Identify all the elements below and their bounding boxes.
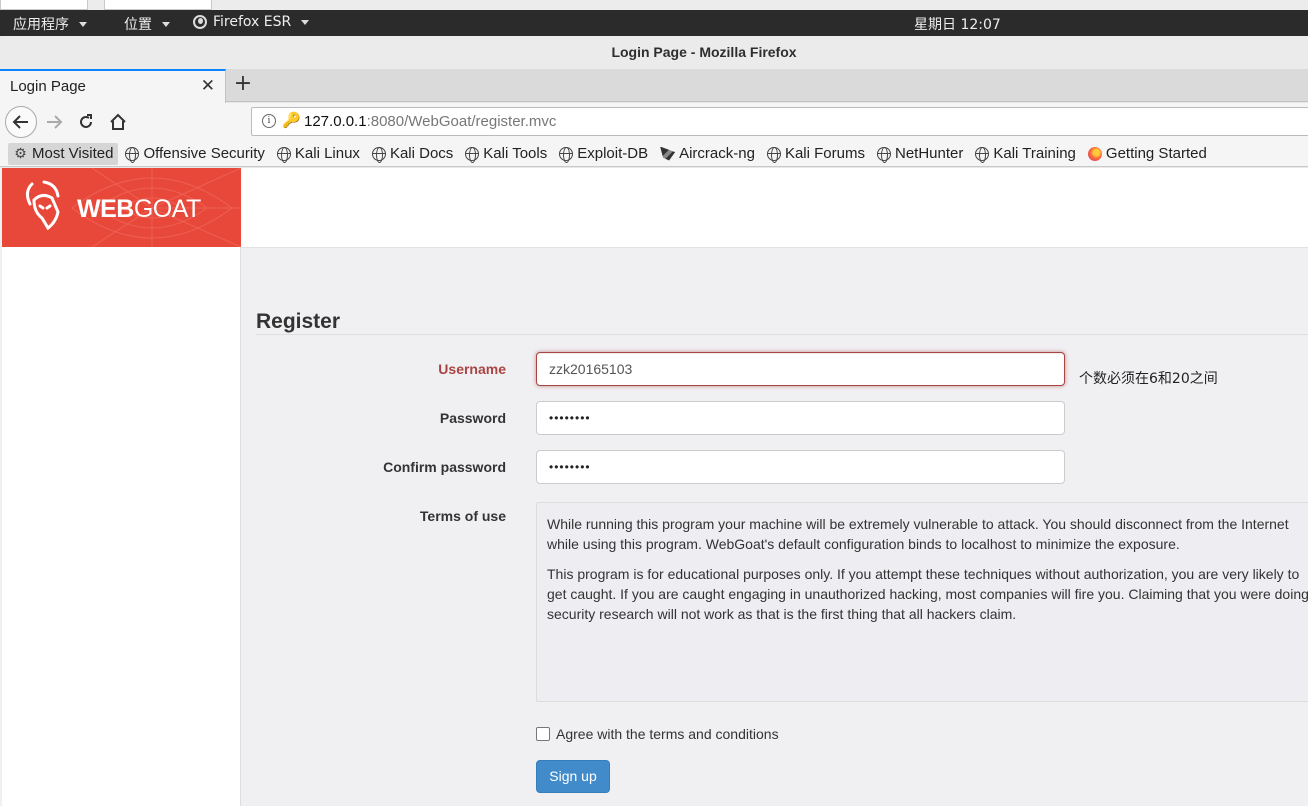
globe-icon (876, 146, 891, 163)
logo-text: WEBGOAT (77, 195, 201, 224)
username-input[interactable]: zzk20165103 (536, 352, 1065, 386)
firefox-window: Login Page - Mozilla Firefox Login Page … (0, 36, 1308, 806)
agree-terms-label[interactable]: Agree with the terms and conditions (556, 726, 779, 742)
username-help-text: 个数必须在6和20之间 (1079, 371, 1218, 387)
bookmark-label: Getting Started (1105, 145, 1207, 162)
aircrack-icon (660, 146, 676, 161)
page-header (241, 168, 1308, 248)
chevron-down-icon (301, 19, 310, 25)
globe-icon (559, 146, 574, 163)
title-divider (256, 334, 1308, 335)
site-info-icon[interactable]: i (262, 114, 276, 128)
arrow-left-icon (12, 115, 28, 129)
chevron-down-icon (79, 21, 87, 27)
confirm-password-label: Confirm password (383, 459, 506, 475)
username-label: Username (438, 361, 506, 377)
bookmark-exploit-db[interactable]: Exploit-DB (554, 143, 653, 165)
bookmark-kali-tools[interactable]: Kali Tools (460, 143, 552, 165)
terms-of-use-text[interactable]: While running this program your machine … (536, 502, 1308, 702)
applications-menu-label: 应用程序 (13, 17, 69, 33)
terms-label: Terms of use (419, 508, 506, 524)
applications-menu[interactable]: 应用程序 (13, 14, 87, 34)
reload-icon (80, 114, 92, 128)
firefox-app-menu-label: Firefox ESR (213, 14, 292, 30)
background-window-strip (0, 0, 1308, 10)
sign-up-button[interactable]: Sign up (536, 760, 610, 793)
firefox-icon (1087, 146, 1102, 161)
bookmark-label: NetHunter (894, 145, 964, 162)
page-content: WEBGOAT Register Username zzk20165103 个数… (0, 168, 1308, 806)
gear-icon: ⚙ (14, 145, 27, 161)
bookmark-kali-linux[interactable]: Kali Linux (272, 143, 365, 165)
places-menu[interactable]: 位置 (124, 14, 170, 34)
chevron-down-icon (162, 21, 170, 27)
bookmark-most-visited[interactable]: ⚙ Most Visited (8, 142, 119, 165)
bookmarks-toolbar: ⚙ Most Visited Offensive Security Kali Li… (0, 141, 1308, 167)
window-title: Login Page - Mozilla Firefox (0, 36, 1308, 69)
new-tab-button[interactable]: + (232, 71, 254, 96)
bookmark-label: Kali Forums (784, 145, 865, 162)
address-bar[interactable]: i 🔑 127.0.0.1:8080/WebGoat/register.mvc (251, 107, 1308, 136)
navigation-toolbar: i 🔑 127.0.0.1:8080/WebGoat/register.mvc (0, 103, 1308, 141)
globe-icon (371, 146, 386, 163)
register-form: Register Username zzk20165103 个数必须在6和20之… (241, 248, 1308, 806)
bookmark-kali-forums[interactable]: Kali Forums (762, 143, 870, 165)
key-icon: 🔑 (282, 111, 301, 129)
terms-paragraph: This program is for educational purposes… (547, 566, 1308, 622)
bookmark-kali-docs[interactable]: Kali Docs (367, 143, 458, 165)
background-tab (0, 0, 88, 10)
url-text[interactable]: 127.0.0.1:8080/WebGoat/register.mvc (304, 113, 556, 130)
bookmark-label: Exploit-DB (577, 145, 649, 162)
background-tab (104, 0, 212, 10)
clock[interactable]: 星期日 12:07 (914, 14, 1001, 34)
globe-icon (125, 146, 140, 163)
bookmark-aircrack-ng[interactable]: Aircrack-ng (655, 143, 760, 165)
sidebar (2, 247, 241, 806)
agree-terms-row[interactable]: Agree with the terms and conditions (536, 726, 779, 742)
tab-strip: Login Page ✕ + (0, 69, 1308, 103)
page-title: Register (256, 310, 341, 333)
firefox-icon (193, 15, 207, 29)
terms-paragraph: While running this program your machine … (547, 516, 1289, 552)
forward-button[interactable] (38, 106, 70, 138)
bookmark-nethunter[interactable]: NetHunter (872, 143, 968, 165)
confirm-password-input[interactable]: •••••••• (536, 450, 1065, 484)
bookmark-offensive-security[interactable]: Offensive Security (120, 143, 269, 165)
bookmark-label: Kali Training (993, 145, 1076, 162)
globe-icon (276, 146, 291, 163)
back-button[interactable] (5, 106, 37, 138)
url-host: 127.0.0.1 (304, 113, 367, 130)
url-path: :8080/WebGoat/register.mvc (366, 113, 557, 130)
reload-button[interactable] (70, 106, 102, 138)
goat-icon (25, 180, 60, 231)
agree-terms-checkbox[interactable] (536, 727, 550, 741)
bookmark-label: Aircrack-ng (679, 145, 755, 162)
password-input[interactable]: •••••••• (536, 401, 1065, 435)
tab-login-page[interactable]: Login Page ✕ (0, 69, 226, 103)
arrow-right-icon (47, 115, 63, 129)
bookmark-label: Kali Tools (483, 145, 548, 162)
password-label: Password (439, 410, 506, 426)
bookmark-kali-training[interactable]: Kali Training (970, 143, 1081, 165)
bookmark-label: Most Visited (32, 145, 114, 162)
bookmark-getting-started[interactable]: Getting Started (1083, 143, 1212, 165)
tab-title: Login Page (10, 78, 86, 95)
bookmark-label: Kali Linux (294, 145, 360, 162)
logo-text-bold: WEB (77, 195, 134, 223)
home-button[interactable] (102, 106, 134, 138)
logo-text-rest: GOAT (133, 195, 201, 223)
home-icon (110, 113, 126, 130)
webgoat-logo[interactable]: WEBGOAT (2, 168, 241, 247)
places-menu-label: 位置 (124, 17, 152, 33)
globe-icon (975, 146, 990, 163)
bookmark-label: Offensive Security (143, 145, 265, 162)
globe-icon (465, 146, 480, 163)
close-icon[interactable]: ✕ (201, 76, 215, 96)
bookmark-label: Kali Docs (389, 145, 454, 162)
firefox-app-menu[interactable]: Firefox ESR (193, 14, 310, 30)
system-top-bar: 应用程序 位置 Firefox ESR 星期日 12:07 (0, 10, 1308, 36)
globe-icon (766, 146, 781, 163)
